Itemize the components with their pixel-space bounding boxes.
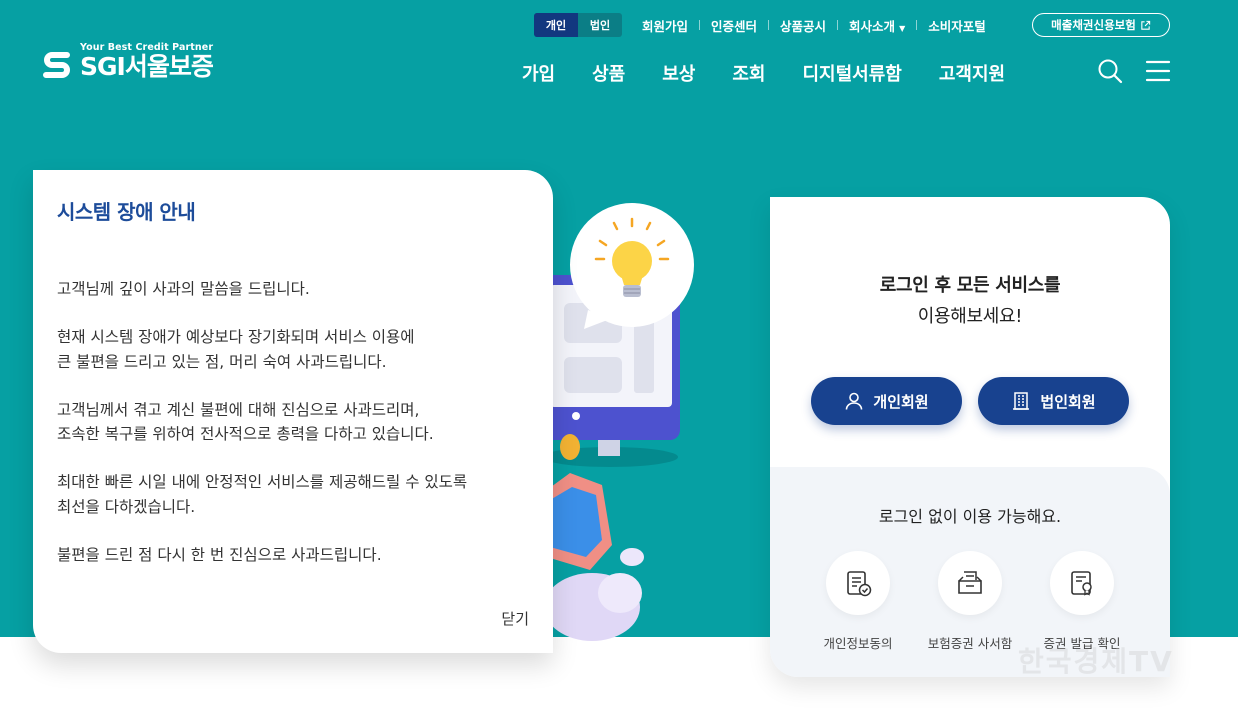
util-link-company[interactable]: 회사소개 ▼ bbox=[849, 16, 905, 35]
menu-icon[interactable] bbox=[1145, 58, 1171, 84]
quick-item-certificate-check[interactable]: 증권 발급 확인 bbox=[1027, 551, 1137, 652]
divider bbox=[768, 20, 770, 30]
login-message-line2: 이용해보세요! bbox=[917, 306, 1023, 327]
watermark: 한국경제TV bbox=[1018, 645, 1174, 678]
util-link-consumer-portal[interactable]: 소비자포털 bbox=[928, 16, 986, 35]
util-link-signup[interactable]: 회원가입 bbox=[642, 16, 688, 35]
login-card: 로그인 후 모든 서비스를 이용해보세요! 개인회원 법인회원 로그인 없이 이… bbox=[770, 197, 1170, 677]
notice-paragraph: 현재 시스템 장애가 예상보다 장기화되며 서비스 이용에 큰 불편을 드리고 … bbox=[57, 328, 415, 371]
quick-item-circle bbox=[938, 551, 1002, 615]
guest-title: 로그인 없이 이용 가능해요. bbox=[878, 507, 1062, 526]
quick-item-label: 개인정보동의 bbox=[823, 636, 893, 651]
person-icon bbox=[846, 392, 863, 410]
main-nav: 가입 상품 보상 조회 디지털서류함 고객지원 bbox=[522, 60, 1042, 86]
toggle-corporate[interactable]: 법인 bbox=[578, 13, 622, 37]
util-link-cert-center[interactable]: 인증센터 bbox=[711, 16, 757, 35]
nav-compensation[interactable]: 보상 bbox=[662, 60, 695, 86]
quick-item-privacy-consent[interactable]: 개인정보동의 bbox=[803, 551, 913, 652]
nav-join[interactable]: 가입 bbox=[522, 60, 555, 86]
util-link-product-disclosure[interactable]: 상품공시 bbox=[780, 16, 826, 35]
login-message-line1: 로그인 후 모든 서비스를 bbox=[879, 275, 1061, 296]
quick-item-circle bbox=[826, 551, 890, 615]
nav-support[interactable]: 고객지원 bbox=[939, 60, 1005, 86]
toggle-personal[interactable]: 개인 bbox=[534, 13, 578, 37]
corporate-member-button[interactable]: 법인회원 bbox=[978, 377, 1129, 425]
quick-item-policy-mailbox[interactable]: 보험증권 사서함 bbox=[915, 551, 1025, 652]
util-link-company-label: 회사소개 bbox=[849, 18, 896, 34]
building-icon bbox=[1013, 392, 1030, 410]
external-link-icon bbox=[1141, 20, 1150, 30]
nav-products[interactable]: 상품 bbox=[592, 60, 625, 86]
search-icon[interactable] bbox=[1097, 58, 1123, 84]
utility-links: 회원가입 인증센터 상품공시 회사소개 ▼ 소비자포털 bbox=[642, 16, 986, 35]
divider bbox=[916, 20, 918, 30]
mailbox-icon bbox=[958, 571, 982, 594]
logo-name: SGI서울보증 bbox=[80, 52, 214, 81]
quick-item-circle bbox=[1050, 551, 1114, 615]
trade-credit-insurance-button[interactable]: 매출채권신용보험 bbox=[1032, 13, 1170, 37]
notice-popup: 시스템 장애 안내 고객님께 깊이 사과의 말씀을 드립니다. 현재 시스템 장… bbox=[33, 170, 553, 653]
notice-paragraph: 최대한 빠른 시일 내에 안정적인 서비스를 제공해드릴 수 있도록 최선을 다… bbox=[57, 473, 468, 516]
divider bbox=[837, 20, 839, 30]
personal-member-button[interactable]: 개인회원 bbox=[811, 377, 962, 425]
certificate-icon bbox=[1071, 571, 1092, 596]
personal-member-label: 개인회원 bbox=[873, 392, 929, 411]
computer-lightbulb-illustration bbox=[540, 203, 694, 641]
nav-inquiry[interactable]: 조회 bbox=[732, 60, 765, 86]
quick-item-label: 보험증권 사서함 bbox=[927, 636, 1013, 651]
notice-title: 시스템 장애 안내 bbox=[57, 200, 196, 224]
caret-down-icon: ▼ bbox=[899, 23, 906, 33]
close-button[interactable]: 닫기 bbox=[501, 608, 529, 629]
member-type-toggle: 개인 법인 bbox=[534, 13, 622, 37]
notice-paragraph: 고객님께 깊이 사과의 말씀을 드립니다. bbox=[57, 280, 310, 298]
notice-body: 고객님께 깊이 사과의 말씀을 드립니다. 현재 시스템 장애가 예상보다 장기… bbox=[57, 277, 529, 567]
sgi-logo[interactable]: Your Best Credit Partner SGI서울보증 bbox=[41, 42, 214, 81]
divider bbox=[699, 20, 701, 30]
trade-credit-insurance-label: 매출채권신용보험 bbox=[1051, 18, 1136, 32]
notice-paragraph: 불편을 드린 점 다시 한 번 진심으로 사과드립니다. bbox=[57, 545, 382, 564]
nav-digital-docs[interactable]: 디지털서류함 bbox=[803, 60, 902, 86]
sgi-logo-mark-icon bbox=[43, 52, 70, 78]
agreement-icon bbox=[847, 571, 872, 597]
corporate-member-label: 법인회원 bbox=[1040, 392, 1096, 411]
notice-paragraph: 고객님께서 겪고 계신 불편에 대해 진심으로 사과드리며, 조속한 복구를 위… bbox=[57, 400, 434, 444]
utility-bar: 개인 법인 회원가입 인증센터 상품공시 회사소개 ▼ 소비자포털 bbox=[534, 13, 986, 37]
